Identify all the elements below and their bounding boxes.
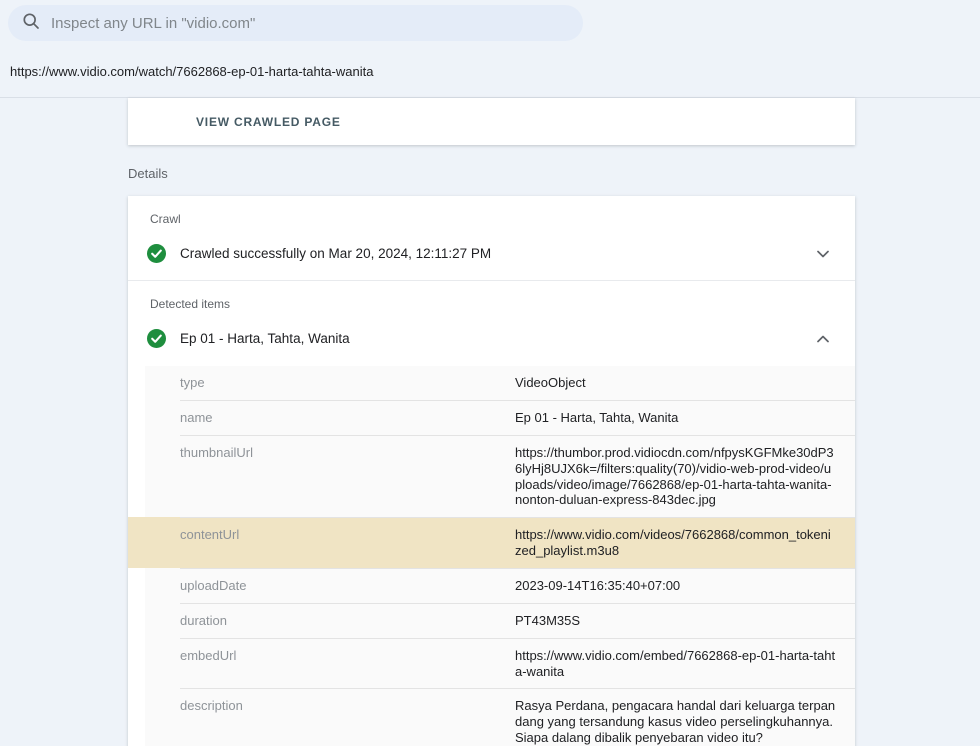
search-input[interactable] — [51, 15, 569, 32]
detected-item-row[interactable]: Ep 01 - Harta, Tahta, Wanita — [128, 311, 855, 366]
properties-table: type VideoObject name Ep 01 - Harta, Tah… — [145, 366, 855, 746]
chevron-down-icon — [817, 246, 829, 261]
property-key: embedUrl — [180, 648, 515, 680]
inspected-url: https://www.vidio.com/watch/7662868-ep-0… — [0, 41, 980, 98]
property-value: https://www.vidio.com/videos/7662868/com… — [515, 527, 837, 559]
crawl-status-text: Crawled successfully on Mar 20, 2024, 12… — [180, 246, 815, 261]
url-inspect-search-bar[interactable] — [8, 5, 583, 41]
property-key: duration — [180, 613, 515, 629]
topbar — [0, 0, 980, 41]
crawl-expand-button[interactable] — [815, 245, 831, 261]
property-value: Ep 01 - Harta, Tahta, Wanita — [515, 410, 837, 426]
detected-items-section-label: Detected items — [128, 281, 855, 311]
property-value: Rasya Perdana, pengacara handal dari kel… — [515, 698, 837, 745]
property-value: 2023-09-14T16:35:40+07:00 — [515, 578, 837, 594]
success-check-icon — [147, 329, 166, 348]
crawl-section-label: Crawl — [128, 196, 855, 226]
property-key: type — [180, 375, 515, 391]
table-row-duration[interactable]: duration PT43M35S — [145, 603, 855, 638]
details-card: Crawl Crawled successfully on Mar 20, 20… — [128, 196, 855, 746]
property-key: thumbnailUrl — [180, 445, 515, 508]
details-section-label: Details — [128, 166, 980, 181]
property-key: name — [180, 410, 515, 426]
view-crawled-page-button[interactable]: VIEW CRAWLED PAGE — [196, 115, 341, 129]
table-row-contenturl-selected[interactable]: contentUrl https://www.vidio.com/videos/… — [128, 517, 855, 568]
property-key: contentUrl — [180, 527, 515, 559]
crawl-status-row[interactable]: Crawled successfully on Mar 20, 2024, 12… — [128, 226, 855, 280]
table-row-thumbnailurl[interactable]: thumbnailUrl https://thumbor.prod.vidioc… — [145, 435, 855, 517]
table-row-type[interactable]: type VideoObject — [145, 366, 855, 400]
crawled-page-card: VIEW CRAWLED PAGE — [128, 98, 855, 145]
property-value: https://thumbor.prod.vidiocdn.com/nfpysK… — [515, 445, 837, 508]
property-value: https://www.vidio.com/embed/7662868-ep-0… — [515, 648, 837, 680]
table-row-description[interactable]: description Rasya Perdana, pengacara han… — [145, 688, 855, 746]
success-check-icon — [147, 244, 166, 263]
detected-item-collapse-button[interactable] — [815, 331, 831, 347]
table-row-uploaddate[interactable]: uploadDate 2023-09-14T16:35:40+07:00 — [145, 568, 855, 603]
table-row-name[interactable]: name Ep 01 - Harta, Tahta, Wanita — [145, 400, 855, 435]
search-icon — [21, 11, 41, 36]
property-value: PT43M35S — [515, 613, 837, 629]
table-row-embedurl[interactable]: embedUrl https://www.vidio.com/embed/766… — [145, 638, 855, 689]
property-key: description — [180, 698, 515, 745]
chevron-up-icon — [817, 331, 829, 346]
property-value: VideoObject — [515, 375, 837, 391]
property-key: uploadDate — [180, 578, 515, 594]
detected-item-title: Ep 01 - Harta, Tahta, Wanita — [180, 331, 815, 346]
